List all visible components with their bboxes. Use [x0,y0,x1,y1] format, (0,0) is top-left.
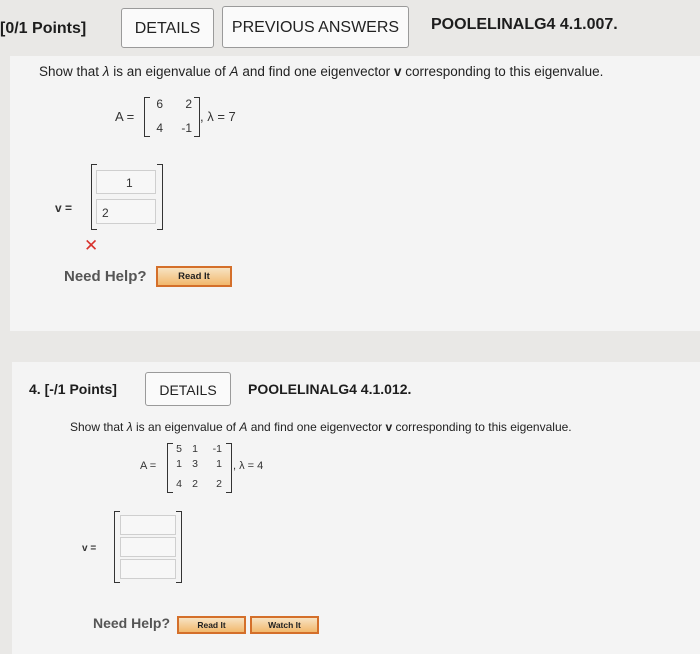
vector-answer-field[interactable]: 2 [96,199,156,224]
lambda-value: , λ = 4 [233,460,264,472]
vector-right-bracket [176,511,182,583]
incorrect-icon: ✕ [84,236,99,255]
matrix-cell: 6 [156,97,163,111]
details-button[interactable]: DETAILS [121,8,214,48]
question-4-code: POOLELINALG4 4.1.012. [248,381,412,397]
details-label: DETAILS [159,382,217,398]
details-label: DETAILS [134,20,201,37]
vector-answer-field[interactable] [120,559,176,579]
question-points: [0/1 Points] [0,20,86,38]
matrix-cell: 2 [192,478,198,490]
lambda-value: , λ = 7 [200,109,236,124]
matrix-right-bracket [226,443,232,493]
vector-answer-field[interactable] [120,537,176,557]
read-it-button[interactable]: Read It [177,616,246,634]
matrix-cell: -1 [181,121,192,135]
watch-it-button[interactable]: Watch It [250,616,319,634]
matrix-a-label: A = [140,460,157,472]
previous-answers-button[interactable]: PREVIOUS ANSWERS [222,6,409,48]
vector-v-label: v = [82,543,97,554]
matrix-cell: 1 [192,443,198,455]
matrix-cell: 2 [185,97,192,111]
question-code: POOLELINALG4 4.1.007. [431,16,618,33]
matrix-cell: 3 [192,458,198,470]
question-4-panel [12,362,700,654]
question-points-text: [0/1 Points] [0,20,87,37]
need-help-label: Need Help? [93,615,171,631]
vector-v-label: v = [55,201,73,215]
vector-right-bracket [157,164,163,230]
matrix-a-label: A = [115,109,135,124]
matrix-cell: 2 [216,478,222,490]
matrix-cell: 1 [216,458,222,470]
vector-answer-field[interactable] [120,515,176,535]
question-4-prompt: Show that λ is an eigenvalue of A and fi… [70,420,572,434]
matrix-cell: 4 [156,121,163,135]
read-it-button[interactable]: Read It [156,266,232,287]
matrix-cell: -1 [212,443,222,455]
details-button-q4[interactable]: DETAILS [145,372,231,406]
previous-answers-label: PREVIOUS ANSWERS [231,19,400,36]
need-help-label: Need Help? [64,268,147,285]
question-prompt: Show that λ is an eigenvalue of A and fi… [39,64,604,79]
vector-answer-field[interactable]: 1 [96,170,156,194]
question-4-points: 4. [-/1 Points] [29,381,117,397]
